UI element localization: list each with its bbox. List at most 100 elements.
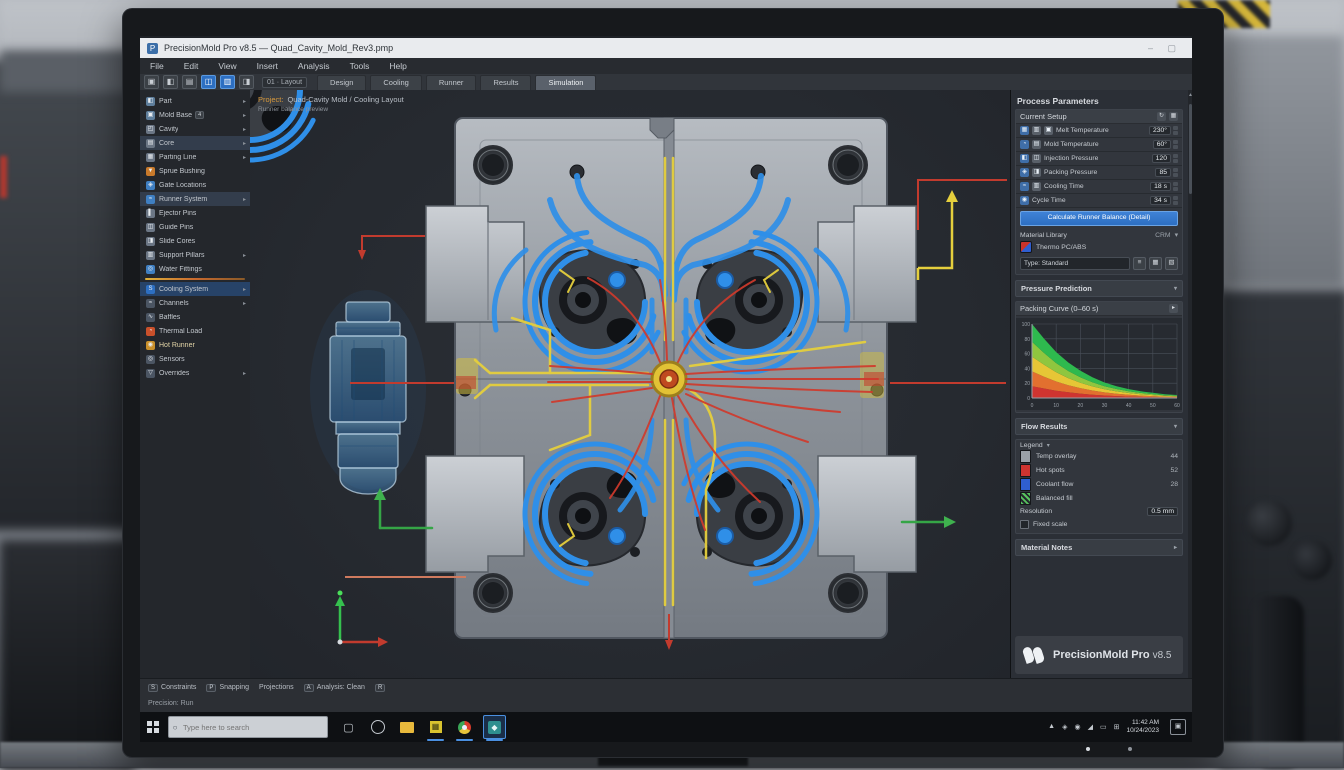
resolution-value[interactable]: 0.5 mm (1147, 507, 1178, 516)
menu-edit[interactable]: Edit (174, 61, 209, 71)
value-stepper[interactable] (1173, 126, 1178, 135)
expand-arrow-icon[interactable]: ▸ (243, 252, 246, 259)
status-chip[interactable]: P Snapping (206, 684, 249, 692)
browser-button[interactable] (454, 716, 475, 738)
menu-analysis[interactable]: Analysis (288, 61, 340, 71)
pressure-prediction-header[interactable]: Pressure Prediction ▾ (1015, 280, 1183, 297)
tree-item-thermal-load[interactable]: ◔ Thermal Load (140, 324, 250, 338)
tab-simulation[interactable]: Simulation (535, 75, 596, 90)
param-value[interactable]: 34 s (1150, 196, 1171, 205)
tab-design[interactable]: Design (317, 75, 366, 90)
tree-item-core[interactable]: ▤ Core ▸ (140, 136, 250, 150)
value-stepper[interactable] (1173, 196, 1178, 205)
legend-caret-icon[interactable]: ▾ (1047, 442, 1050, 449)
action-center-icon[interactable]: ▣ (1170, 719, 1186, 735)
cad-app-button[interactable]: ◆ (483, 715, 506, 739)
grade-button-2[interactable]: ▧ (1165, 257, 1178, 270)
chart-play-icon[interactable]: ▸ (1169, 304, 1178, 313)
tray-expand-icon[interactable]: ▲ (1048, 723, 1055, 731)
tree-item-hot-runner[interactable]: ◉ Hot Runner (140, 338, 250, 352)
tree-item-guide-pins[interactable]: ◫ Guide Pins (140, 220, 250, 234)
tree-item-runner-system[interactable]: ≈ Runner System ▸ (140, 192, 250, 206)
menu-file[interactable]: File (140, 61, 174, 71)
menu-insert[interactable]: Insert (247, 61, 288, 71)
scroll-up-icon[interactable]: ▲ (1188, 92, 1192, 98)
legend-row-coolant-flow[interactable]: Coolant flow 28 (1016, 477, 1182, 491)
param-value[interactable]: 85 (1155, 168, 1171, 177)
expand-arrow-icon[interactable]: ▸ (243, 112, 246, 119)
menu-tools[interactable]: Tools (340, 61, 380, 71)
expand-arrow-icon[interactable]: ▸ (243, 98, 246, 105)
status-chip[interactable]: R (375, 684, 385, 692)
spreadsheet-app-button[interactable]: ▦ (425, 716, 446, 738)
language-tray-icon[interactable]: ⊞ (1114, 723, 1120, 731)
value-stepper[interactable] (1173, 168, 1178, 177)
setup-header-icon-1[interactable]: ▦ (1169, 112, 1178, 121)
value-stepper[interactable] (1173, 154, 1178, 163)
tree-item-slide-cores[interactable]: ◨ Slide Cores (140, 234, 250, 248)
new-file-button[interactable]: ▣ (144, 75, 159, 89)
expand-arrow-icon[interactable]: ▸ (243, 196, 246, 203)
security-tray-icon[interactable]: ◈ (1062, 723, 1067, 731)
value-stepper[interactable] (1173, 140, 1178, 149)
panel-scrollbar[interactable]: ▲ (1188, 90, 1192, 678)
param-value[interactable]: 60° (1153, 140, 1171, 149)
expand-arrow-icon[interactable]: ▸ (243, 300, 246, 307)
measure-button[interactable]: ◨ (239, 75, 254, 89)
tree-item-mold-base[interactable]: ▣ Mold Base 4 ▸ (140, 108, 250, 122)
tree-item-water-fittings[interactable]: ◎ Water Fittings (140, 262, 250, 276)
tree-item-baffles[interactable]: ∿ Baffles (140, 310, 250, 324)
view-shaded-button[interactable]: ◫ (201, 75, 216, 89)
expand-arrow-icon[interactable]: ▸ (243, 286, 246, 293)
volume-tray-icon[interactable]: ◉ (1074, 723, 1080, 731)
param-value[interactable]: 120 (1152, 154, 1171, 163)
tree-item-cooling-system[interactable]: S Cooling System ▸ (140, 282, 250, 296)
tab-runner[interactable]: Runner (426, 75, 477, 90)
legend-row-balanced-fill[interactable]: Balanced fill (1016, 491, 1182, 505)
legend-row-temp-overlay[interactable]: Temp overlay 44 (1016, 449, 1182, 463)
expand-arrow-icon[interactable]: ▸ (243, 154, 246, 161)
status-chip[interactable]: S Constraints (148, 684, 196, 692)
taskbar-clock[interactable]: 11:42 AM 10/24/2023 (1126, 719, 1159, 735)
tree-item-cavity[interactable]: ◰ Cavity ▸ (140, 122, 250, 136)
material-notes-header[interactable]: Material Notes ▸ (1015, 539, 1183, 556)
cortana-button[interactable] (367, 716, 388, 738)
grade-button-1[interactable]: ▦ (1149, 257, 1162, 270)
tree-item-sensors[interactable]: ◎ Sensors (140, 352, 250, 366)
view-section-button[interactable]: ▥ (220, 75, 235, 89)
battery-tray-icon[interactable]: ▭ (1100, 723, 1107, 731)
start-button[interactable] (140, 712, 166, 742)
tree-item-gate-locations[interactable]: ◈ Gate Locations (140, 178, 250, 192)
network-tray-icon[interactable]: ◢ (1088, 723, 1093, 731)
open-file-button[interactable]: ◧ (163, 75, 178, 89)
fixed-scale-checkbox[interactable] (1020, 520, 1029, 529)
setup-header-icon-0[interactable]: ↻ (1157, 112, 1166, 121)
tree-item-ejector-pins[interactable]: ▌ Ejector Pins (140, 206, 250, 220)
calculate-balance-button[interactable]: Calculate Runner Balance (Detail) (1020, 211, 1178, 226)
param-value[interactable]: 18 s (1150, 182, 1171, 191)
material-caret-icon[interactable]: ▾ (1175, 231, 1178, 239)
task-view-button[interactable]: ▢ (338, 716, 359, 738)
window-controls[interactable]: – ▢ (1148, 43, 1182, 54)
material-grade-field[interactable]: Type: Standard (1020, 257, 1130, 270)
expand-arrow-icon[interactable]: ▸ (243, 140, 246, 147)
grade-button-0[interactable]: ≡ (1133, 257, 1146, 270)
menu-view[interactable]: View (208, 61, 246, 71)
viewport-canvas[interactable]: Project:Quad-Cavity Mold / Cooling Layou… (250, 90, 1010, 678)
search-input[interactable] (181, 722, 315, 733)
save-button[interactable]: ▤ (182, 75, 197, 89)
tab-cooling[interactable]: Cooling (370, 75, 421, 90)
legend-row-hot-spots[interactable]: Hot spots 52 (1016, 463, 1182, 477)
tree-item-overrides[interactable]: ▽ Overrides ▸ (140, 366, 250, 380)
tree-item-support-pillars[interactable]: ▥ Support Pillars ▸ (140, 248, 250, 262)
tree-item-sprue-bushing[interactable]: ▼ Sprue Bushing (140, 164, 250, 178)
menu-help[interactable]: Help (379, 61, 416, 71)
file-explorer-button[interactable] (396, 716, 417, 738)
expand-arrow-icon[interactable]: ▸ (243, 126, 246, 133)
tree-item-part[interactable]: ◧ Part ▸ (140, 94, 250, 108)
param-value[interactable]: 230° (1149, 126, 1171, 135)
taskbar-search[interactable]: ○ (168, 716, 328, 738)
value-stepper[interactable] (1173, 182, 1178, 191)
status-chip[interactable]: Projections (259, 684, 294, 691)
tree-item-channels[interactable]: ≈ Channels ▸ (140, 296, 250, 310)
